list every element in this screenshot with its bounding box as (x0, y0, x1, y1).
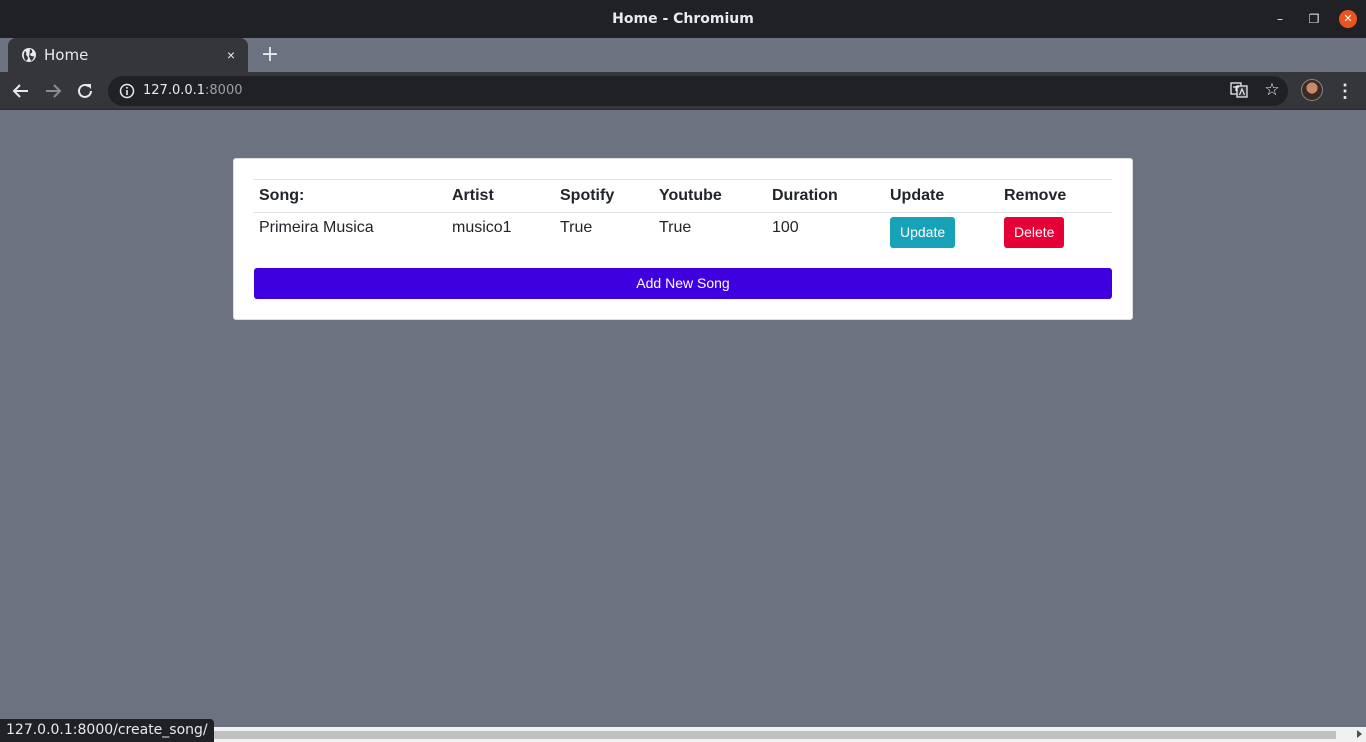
tab-title: Home (44, 46, 89, 64)
url-text: 127.0.0.1:8000 (143, 83, 243, 98)
status-bar-url: 127.0.0.1:8000/create_song/ (0, 719, 214, 742)
table-row: Primeira Musica musico1 True True 100 Up… (254, 213, 1112, 253)
cell-update: Update (885, 213, 999, 253)
table-header-row: Song: Artist Spotify Youtube Duration Up… (254, 179, 1112, 213)
browser-tab[interactable]: Home × (8, 38, 248, 72)
arrow-right-icon[interactable] (42, 80, 64, 102)
info-icon[interactable] (119, 83, 135, 99)
globe-icon (22, 48, 36, 62)
scroll-right-arrow-icon[interactable] (1357, 730, 1362, 738)
url-host: 127.0.0.1 (143, 83, 206, 98)
header-artist: Artist (447, 179, 555, 213)
cell-youtube: True (659, 219, 692, 236)
minimize-button[interactable]: – (1271, 10, 1289, 28)
avatar[interactable] (1301, 79, 1323, 101)
close-window-button[interactable]: ✕ (1339, 10, 1357, 28)
header-remove: Remove (999, 179, 1112, 213)
header-spotify: Spotify (555, 179, 654, 213)
cell-remove: Delete (999, 213, 1112, 253)
close-tab-icon[interactable]: × (222, 46, 240, 64)
header-youtube: Youtube (654, 179, 767, 213)
cell-spotify: True (560, 219, 593, 236)
songs-card: Song: Artist Spotify Youtube Duration Up… (233, 158, 1133, 320)
header-duration: Duration (767, 179, 885, 213)
star-icon[interactable]: ☆ (1262, 80, 1282, 100)
add-new-song-button[interactable]: Add New Song (254, 268, 1112, 299)
scrollbar-thumb[interactable] (200, 731, 1336, 739)
update-button[interactable]: Update (890, 217, 956, 248)
kebab-menu-icon[interactable]: ⋮ (1336, 80, 1354, 102)
header-song: Song: (254, 179, 447, 213)
url-port: :8000 (205, 83, 243, 98)
window-titlebar: Home - Chromium – ❐ ✕ (0, 0, 1366, 38)
header-update: Update (885, 179, 999, 213)
arrow-left-icon[interactable] (10, 80, 32, 102)
reload-icon[interactable] (74, 80, 96, 102)
maximize-button[interactable]: ❐ (1305, 10, 1323, 28)
cell-artist: musico1 (452, 219, 512, 236)
translate-icon[interactable] (1230, 81, 1248, 99)
browser-toolbar: 127.0.0.1:8000 ☆ ⋮ (0, 72, 1366, 110)
songs-table: Song: Artist Spotify Youtube Duration Up… (254, 179, 1112, 253)
new-tab-button[interactable]: + (259, 44, 281, 66)
window-title: Home - Chromium (612, 11, 754, 27)
cell-duration: 100 (772, 219, 799, 236)
address-bar[interactable]: 127.0.0.1:8000 (108, 76, 1288, 106)
delete-button[interactable]: Delete (1004, 217, 1065, 248)
cell-song: Primeira Musica (259, 219, 374, 236)
